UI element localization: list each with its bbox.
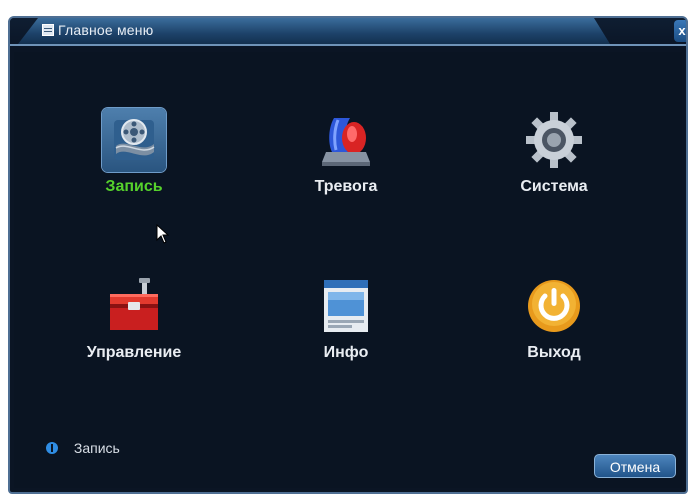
status-text: Запись	[73, 440, 120, 456]
window-title: Главное меню	[58, 22, 154, 38]
menu-item-management[interactable]: Управление	[64, 274, 204, 362]
title-divider	[10, 44, 686, 46]
main-menu-window: Главное меню x Запись Тревога Система Уп…	[8, 16, 688, 494]
alarm-siren-icon	[314, 108, 378, 172]
status-line: Запись	[46, 440, 120, 456]
menu-item-label: Тревога	[314, 178, 378, 195]
info-icon	[46, 442, 58, 454]
title-bar: Главное меню x	[10, 18, 686, 48]
toolbox-icon	[102, 274, 166, 338]
power-icon	[522, 274, 586, 338]
menu-panel: Запись Тревога Система Управление Инфо В…	[14, 52, 682, 488]
menu-item-exit[interactable]: Выход	[484, 274, 624, 362]
menu-item-label: Запись	[105, 178, 163, 195]
cancel-button[interactable]: Отмена	[594, 454, 676, 478]
record-film-icon	[102, 108, 166, 172]
menu-item-alarm[interactable]: Тревога	[276, 108, 416, 196]
menu-list-icon	[42, 24, 54, 36]
menu-item-info[interactable]: Инфо	[276, 274, 416, 362]
menu-item-system[interactable]: Система	[484, 108, 624, 196]
menu-item-label: Управление	[86, 344, 182, 361]
menu-item-record[interactable]: Запись	[64, 108, 204, 196]
menu-item-label: Выход	[527, 344, 581, 361]
close-button[interactable]: x	[674, 20, 686, 42]
menu-item-label: Система	[520, 178, 588, 195]
menu-item-label: Инфо	[323, 344, 369, 361]
gear-icon	[522, 108, 586, 172]
info-window-icon	[314, 274, 378, 338]
